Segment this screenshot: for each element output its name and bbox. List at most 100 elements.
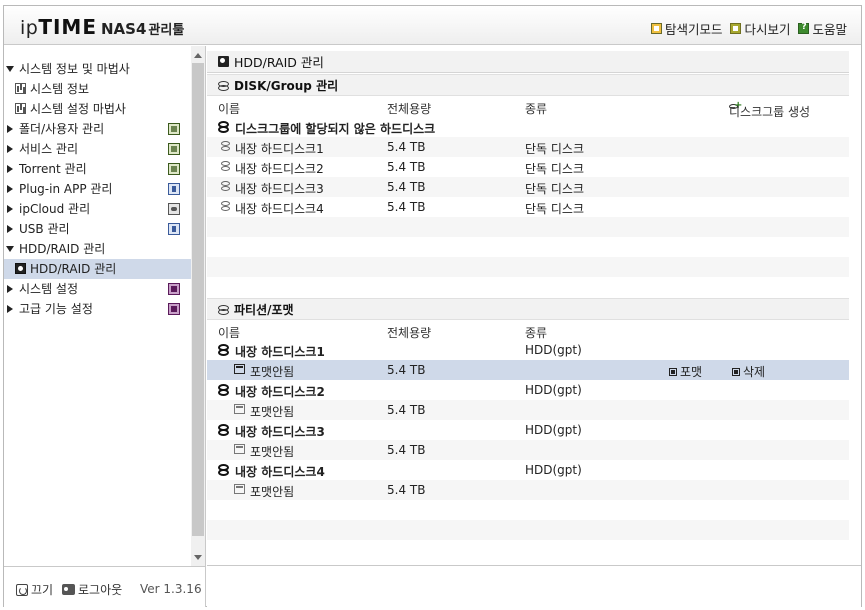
col-type: 종류 xyxy=(525,102,548,116)
table-row[interactable]: 내장 하드디스크1 5.4 TB 단독 디스크 xyxy=(207,137,861,157)
partition-column-header: 이름 전체용량 종류 xyxy=(207,321,861,341)
page-title: HDD/RAID 관리 xyxy=(234,55,324,70)
empty-row xyxy=(207,540,861,560)
chart-icon xyxy=(15,83,26,94)
col-name: 이름 xyxy=(218,326,241,340)
partition-icon xyxy=(234,404,245,414)
partition-icon xyxy=(234,444,245,454)
help-link[interactable]: 도움말 xyxy=(798,19,847,38)
help-label: 도움말 xyxy=(812,22,847,37)
hdd-icon xyxy=(221,201,230,212)
collapse-arrow-icon[interactable] xyxy=(7,125,13,133)
collapse-arrow-icon[interactable] xyxy=(7,305,13,313)
nav-hdd-raid-group[interactable]: HDD/RAID 관리 xyxy=(4,239,191,259)
partition-row-selected[interactable]: 포맷안됨 5.4 TB 포맷 삭제 xyxy=(207,360,861,380)
collapse-arrow-icon[interactable] xyxy=(7,205,13,213)
nav-service[interactable]: 서비스 관리 xyxy=(4,139,191,159)
plugin-icon xyxy=(168,183,180,195)
table-row[interactable]: 내장 하드디스크4 5.4 TB 단독 디스크 xyxy=(207,197,861,217)
nav-tree: 시스템 정보 및 마법사 시스템 정보 시스템 설정 마법사 폴더/사용자 관리… xyxy=(4,59,191,319)
sidebar: 시스템 정보 및 마법사 시스템 정보 시스템 설정 마법사 폴더/사용자 관리… xyxy=(4,46,206,566)
hdd-icon xyxy=(218,464,229,476)
top-links: 탐색기모드 다시보기 도움말 xyxy=(650,19,847,38)
partition-section-header: 파티션/포맷 xyxy=(207,298,861,320)
partition-row[interactable]: 포맷안됨 5.4 TB xyxy=(207,440,861,460)
disk-icon xyxy=(15,263,26,274)
settings-icon xyxy=(168,283,180,295)
partition-icon xyxy=(218,304,230,315)
expand-arrow-icon[interactable] xyxy=(6,66,14,72)
folder-user-icon xyxy=(168,123,180,135)
main-scrollbar[interactable] xyxy=(849,51,861,565)
disk-group-icon xyxy=(218,80,230,91)
collapse-arrow-icon[interactable] xyxy=(7,185,13,193)
nav-usb[interactable]: USB 관리 xyxy=(4,219,191,239)
empty-row xyxy=(207,257,861,277)
page-title-bar: HDD/RAID 관리 xyxy=(207,51,861,73)
hdd-icon xyxy=(221,181,230,192)
partition-disk-row[interactable]: 내장 하드디스크4 HDD(gpt) xyxy=(207,460,861,480)
nav-system-info-wizard[interactable]: 시스템 정보 및 마법사 xyxy=(4,59,191,79)
collapse-arrow-icon[interactable] xyxy=(7,165,13,173)
nav-folder-user[interactable]: 폴더/사용자 관리 xyxy=(4,119,191,139)
refresh-icon xyxy=(730,23,742,34)
empty-row xyxy=(207,237,861,257)
col-size: 전체용량 xyxy=(387,326,432,340)
partition-disk-row[interactable]: 내장 하드디스크3 HDD(gpt) xyxy=(207,420,861,440)
usb-icon xyxy=(168,223,180,235)
nav-system-settings[interactable]: 시스템 설정 xyxy=(4,279,191,299)
collapse-arrow-icon[interactable] xyxy=(7,285,13,293)
service-icon xyxy=(168,143,180,155)
nav-ipcloud[interactable]: ipCloud 관리 xyxy=(4,199,191,219)
sidebar-scrollbar[interactable] xyxy=(191,46,205,566)
scroll-up-arrow-icon[interactable] xyxy=(194,53,202,58)
format-icon xyxy=(669,367,677,376)
table-row[interactable]: 내장 하드디스크3 5.4 TB 단독 디스크 xyxy=(207,177,861,197)
nav-torrent[interactable]: Torrent 관리 xyxy=(4,159,191,179)
nav-plugin-app[interactable]: Plug-in APP 관리 xyxy=(4,179,191,199)
partition-row[interactable]: 포맷안됨 5.4 TB xyxy=(207,400,861,420)
expand-arrow-icon[interactable] xyxy=(6,246,14,252)
format-button[interactable]: 포맷 xyxy=(669,363,702,380)
cloud-icon xyxy=(168,203,180,215)
app-window: ipTIMENAS4관리툴 탐색기모드 다시보기 도움말 시스템 정보 및 마법… xyxy=(3,5,862,607)
logo-ip: ip xyxy=(20,17,39,39)
help-icon xyxy=(798,22,810,34)
logo-nas: NAS4 xyxy=(101,20,147,38)
collapse-arrow-icon[interactable] xyxy=(7,225,13,233)
delete-button[interactable]: 삭제 xyxy=(732,363,765,380)
refresh-link[interactable]: 다시보기 xyxy=(730,19,790,38)
empty-row xyxy=(207,277,861,297)
disk-group-column-header: 이름 전체용량 종류 디스크그룹 생성 xyxy=(207,97,861,119)
partition-icon xyxy=(234,484,245,494)
partition-row[interactable]: 포맷안됨 5.4 TB xyxy=(207,480,861,500)
col-type: 종류 xyxy=(525,326,548,340)
nav-advanced-settings[interactable]: 고급 기능 설정 xyxy=(4,299,191,319)
logout-button[interactable]: 로그아웃 xyxy=(62,581,122,598)
unassigned-disks-row[interactable]: 디스크그룹에 할당되지 않은 하드디스크 xyxy=(207,117,861,137)
table-row[interactable]: 내장 하드디스크2 5.4 TB 단독 디스크 xyxy=(207,157,861,177)
hdd-icon xyxy=(218,384,229,396)
iptime-logo: ip TIME NAS4 관리툴 xyxy=(20,15,184,39)
explorer-mode-link[interactable]: 탐색기모드 xyxy=(650,19,723,38)
scroll-thumb[interactable] xyxy=(192,63,204,536)
scroll-down-arrow-icon[interactable] xyxy=(194,555,202,560)
nav-setup-wizard[interactable]: 시스템 설정 마법사 xyxy=(4,99,191,119)
hdd-icon xyxy=(218,344,229,356)
app-header: ipTIMENAS4관리툴 탐색기모드 다시보기 도움말 xyxy=(4,6,861,45)
disk-icon xyxy=(218,56,229,67)
disks-icon xyxy=(218,121,229,133)
explorer-mode-label: 탐색기모드 xyxy=(664,22,723,37)
main-footer xyxy=(207,565,861,607)
collapse-arrow-icon[interactable] xyxy=(7,145,13,153)
col-name: 이름 xyxy=(218,102,241,116)
hdd-icon xyxy=(221,141,230,152)
logo-admin-tool: 관리툴 xyxy=(148,23,185,38)
partition-icon xyxy=(234,364,245,374)
power-off-button[interactable]: 끄기 xyxy=(16,581,53,598)
partition-disk-row[interactable]: 내장 하드디스크2 HDD(gpt) xyxy=(207,380,861,400)
nav-hdd-raid[interactable]: HDD/RAID 관리 xyxy=(4,259,191,279)
partition-disk-row[interactable]: 내장 하드디스크1 HDD(gpt) xyxy=(207,340,861,360)
nav-system-info[interactable]: 시스템 정보 xyxy=(4,79,191,99)
key-icon xyxy=(62,584,75,595)
